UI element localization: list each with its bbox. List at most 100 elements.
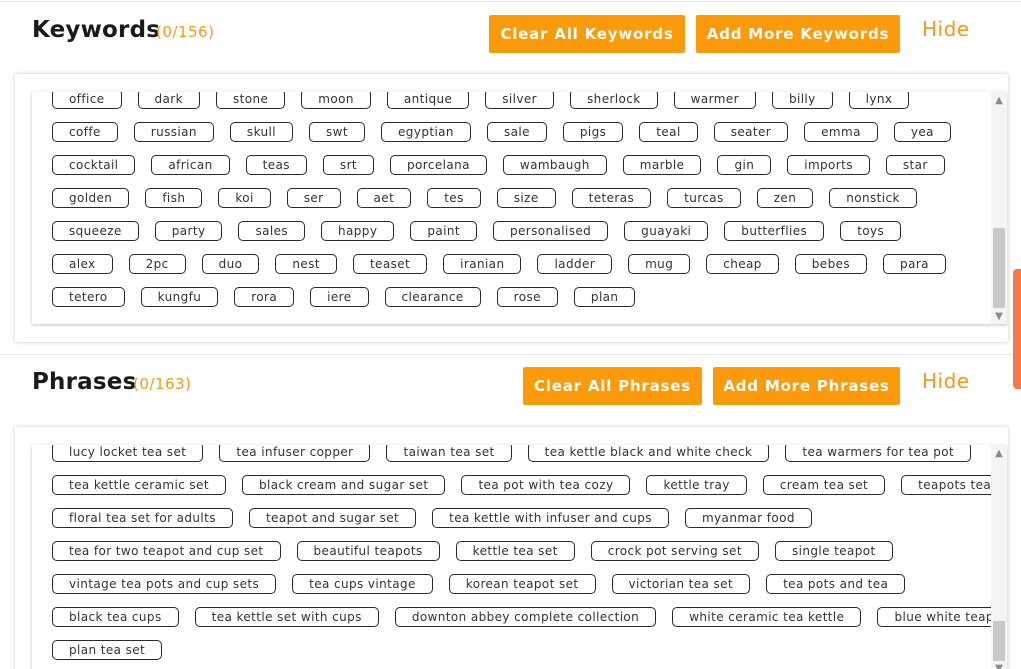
phrase-tag[interactable]: korean teapot set (448, 574, 596, 594)
keyword-tag[interactable]: warmer (673, 92, 756, 109)
keyword-tag[interactable]: srt (322, 155, 375, 175)
phrase-tag[interactable]: tea pot with tea cozy (461, 475, 631, 495)
chevron-up-icon[interactable]: ▲ (991, 446, 1007, 460)
keyword-tag[interactable]: lynx (848, 92, 910, 109)
keyword-tag[interactable]: marble (622, 155, 702, 175)
keyword-tag[interactable]: coffe (52, 122, 118, 142)
keyword-tag[interactable]: butterflies (724, 221, 825, 241)
phrase-tag[interactable]: cream tea set (762, 475, 886, 495)
keyword-tag[interactable]: mug (628, 254, 691, 274)
keyword-tag[interactable]: teal (639, 122, 698, 142)
phrase-tag[interactable]: downton abbey complete collection (394, 607, 657, 627)
keyword-tag[interactable]: star (885, 155, 945, 175)
phrase-tag[interactable]: victorian tea set (611, 574, 751, 594)
keywords-tag-area[interactable]: office dark stone moon antique silver sherlock… (32, 92, 1007, 324)
keyword-tag[interactable]: tetero (52, 287, 125, 307)
phrase-tag[interactable]: tea for two teapot and cup set (52, 541, 281, 561)
keyword-tag[interactable]: porcelana (390, 155, 487, 175)
keyword-tag[interactable]: pigs (562, 122, 624, 142)
phrase-tag[interactable]: lucy locket tea set (52, 445, 204, 462)
keyword-tag[interactable]: iere (310, 287, 369, 307)
phrase-tag[interactable]: tea warmers for tea pot (785, 445, 972, 462)
keyword-tag[interactable]: moon (301, 92, 371, 109)
keyword-tag[interactable]: fish (145, 188, 203, 208)
keyword-tag[interactable]: party (154, 221, 223, 241)
hide-keywords-link[interactable]: Hide (922, 17, 970, 41)
keyword-tag[interactable]: guayaki (624, 221, 709, 241)
keyword-tag[interactable]: golden (52, 188, 130, 208)
phrase-tag[interactable]: black cream and sugar set (241, 475, 446, 495)
keyword-tag[interactable]: rose (496, 287, 558, 307)
keyword-tag[interactable]: seater (713, 122, 789, 142)
keyword-tag[interactable]: egyptian (381, 122, 471, 142)
keyword-tag[interactable]: tes (427, 188, 481, 208)
keyword-tag[interactable]: nest (275, 254, 337, 274)
keyword-tag[interactable]: antique (386, 92, 470, 109)
keyword-tag[interactable]: wambaugh (502, 155, 607, 175)
phrases-scrollbar[interactable]: ▲ ▼ (991, 445, 1007, 669)
phrases-tag-area[interactable]: lucy locket tea set tea infuser copper tai… (32, 445, 1007, 669)
phrase-tag[interactable]: blue white teapot (877, 607, 1007, 627)
keyword-tag[interactable]: aet (356, 188, 412, 208)
keyword-tag[interactable]: plan (573, 287, 636, 307)
keyword-tag[interactable]: teas (245, 155, 307, 175)
keyword-tag[interactable]: skull (229, 122, 294, 142)
keyword-tag[interactable]: dark (137, 92, 200, 109)
add-more-phrases-button[interactable]: Add More Phrases (713, 367, 900, 405)
keyword-tag[interactable]: cheap (706, 254, 779, 274)
keywords-scroll-thumb[interactable] (993, 228, 1005, 308)
phrase-tag[interactable]: beautiful teapots (296, 541, 440, 561)
keyword-tag[interactable]: teteras (571, 188, 652, 208)
keyword-tag[interactable]: kungfu (140, 287, 219, 307)
chevron-up-icon[interactable]: ▲ (991, 93, 1007, 107)
keywords-scrollbar[interactable]: ▲ ▼ (991, 92, 1007, 324)
keyword-tag[interactable]: ser (286, 188, 341, 208)
phrase-tag[interactable]: single teapot (774, 541, 893, 561)
keyword-tag[interactable]: silver (485, 92, 555, 109)
keyword-tag[interactable]: sale (486, 122, 547, 142)
phrase-tag[interactable]: tea cups vintage (292, 574, 433, 594)
keyword-tag[interactable]: size (496, 188, 556, 208)
chevron-down-icon[interactable]: ▼ (991, 309, 1007, 323)
phrase-tag[interactable]: tea kettle ceramic set (52, 475, 226, 495)
keyword-tag[interactable]: bebes (794, 254, 868, 274)
keyword-tag[interactable]: teaset (352, 254, 428, 274)
keyword-tag[interactable]: office (52, 92, 122, 109)
clear-all-phrases-button[interactable]: Clear All Phrases (523, 367, 702, 405)
phrase-tag[interactable]: taiwan tea set (386, 445, 512, 462)
keyword-tag[interactable]: ladder (537, 254, 613, 274)
phrase-tag[interactable]: teapot and sugar set (248, 508, 417, 528)
keyword-tag[interactable]: iranian (443, 254, 522, 274)
phrase-tag[interactable]: white ceramic tea kettle (672, 607, 862, 627)
phrase-tag[interactable]: tea infuser copper (219, 445, 371, 462)
keyword-tag[interactable]: russian (133, 122, 214, 142)
keyword-tag[interactable]: clearance (384, 287, 481, 307)
phrase-tag[interactable]: tea pots and tea (766, 574, 906, 594)
phrase-tag[interactable]: black tea cups (52, 607, 179, 627)
keyword-tag[interactable]: nonstick (829, 188, 917, 208)
side-accent-tab[interactable] (1013, 269, 1021, 389)
keyword-tag[interactable]: stone (215, 92, 286, 109)
phrase-tag[interactable]: vintage tea pots and cup sets (52, 574, 277, 594)
keyword-tag[interactable]: personalised (492, 221, 609, 241)
phrase-tag[interactable]: kettle tea set (455, 541, 575, 561)
phrases-scroll-thumb[interactable] (993, 621, 1005, 661)
keyword-tag[interactable]: 2pc (128, 254, 186, 274)
keyword-tag[interactable]: gin (717, 155, 772, 175)
add-more-keywords-button[interactable]: Add More Keywords (696, 15, 900, 53)
hide-phrases-link[interactable]: Hide (922, 369, 970, 393)
keyword-tag[interactable]: billy (771, 92, 833, 109)
keyword-tag[interactable]: duo (201, 254, 260, 274)
keyword-tag[interactable]: swt (309, 122, 366, 142)
keyword-tag[interactable]: cocktail (52, 155, 136, 175)
chevron-down-icon[interactable]: ▼ (991, 661, 1007, 669)
keyword-tag[interactable]: rora (234, 287, 295, 307)
keyword-tag[interactable]: paint (410, 221, 477, 241)
keyword-tag[interactable]: happy (321, 221, 395, 241)
phrase-tag[interactable]: crock pot serving set (590, 541, 759, 561)
keyword-tag[interactable]: sales (238, 221, 306, 241)
keyword-tag[interactable]: para (883, 254, 946, 274)
keyword-tag[interactable]: african (151, 155, 230, 175)
clear-all-keywords-button[interactable]: Clear All Keywords (489, 15, 685, 53)
keyword-tag[interactable]: toys (840, 221, 902, 241)
